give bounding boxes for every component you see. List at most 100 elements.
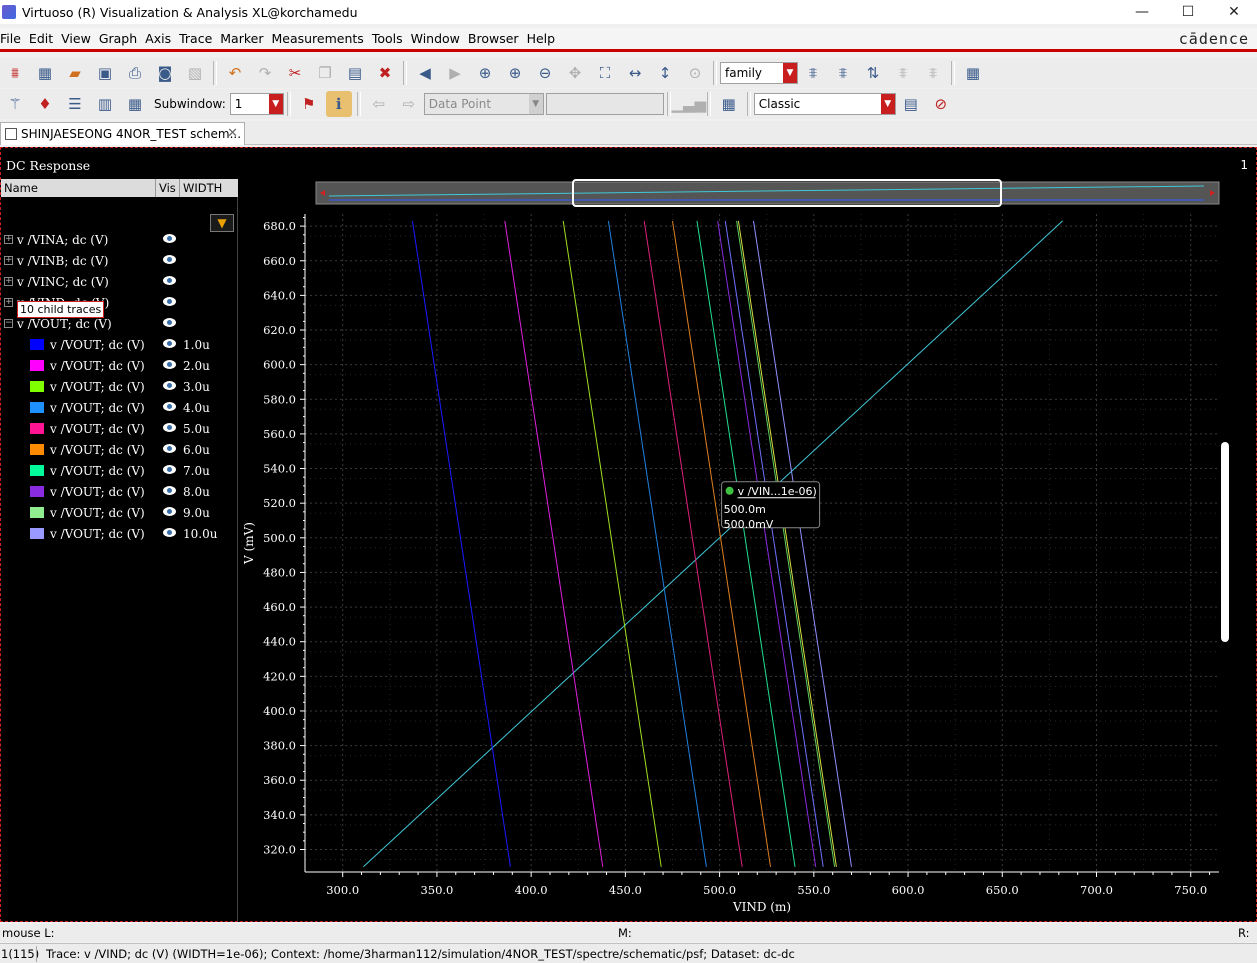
menu-graph[interactable]: Graph	[99, 31, 143, 46]
tab-close-icon[interactable]: ✕	[227, 126, 238, 141]
legend-col-vis[interactable]: Vis	[156, 179, 180, 197]
split-icon[interactable]: ⩨	[890, 60, 916, 86]
histogram-icon[interactable]: ▁▃▅	[671, 91, 706, 117]
open-folder-icon[interactable]: ▰	[62, 60, 88, 86]
data-point-select[interactable]: Data Point ▼	[423, 93, 544, 115]
undo-icon[interactable]: ↶	[222, 60, 248, 86]
composite-icon[interactable]: ⩨	[830, 60, 856, 86]
visibility-eye-icon[interactable]	[163, 402, 176, 411]
magic-wand-icon[interactable]: ⚚	[2, 91, 28, 117]
prev-point-icon[interactable]: ⇦	[366, 91, 392, 117]
apply-style-icon[interactable]: ▤	[898, 91, 924, 117]
visibility-eye-icon[interactable]	[163, 444, 176, 453]
print-icon[interactable]: ⎙	[122, 60, 148, 86]
data-point-input[interactable]	[545, 93, 664, 115]
save-icon[interactable]: ▣	[92, 60, 118, 86]
visibility-eye-icon[interactable]	[163, 318, 176, 327]
back-icon[interactable]: ◀	[412, 60, 438, 86]
info-icon[interactable]: ℹ	[325, 91, 352, 117]
grid-icon[interactable]: ▦	[960, 60, 986, 86]
tile-icon[interactable]: ▦	[122, 91, 148, 117]
legend-child-trace-row[interactable]: v /VOUT; dc (V) 3.0u	[1, 378, 238, 398]
flag-icon[interactable]: ⚑	[296, 91, 322, 117]
legend-child-trace-row[interactable]: v /VOUT; dc (V) 7.0u	[1, 462, 238, 482]
close-window-button[interactable]: ✕	[1211, 0, 1257, 24]
visibility-eye-icon[interactable]	[163, 381, 176, 390]
paste-icon[interactable]: ▤	[342, 60, 368, 86]
visibility-eye-icon[interactable]	[163, 255, 176, 264]
remove-style-icon[interactable]: ⊘	[928, 91, 954, 117]
legend-child-trace-row[interactable]: v /VOUT; dc (V) 8.0u	[1, 483, 238, 503]
legend-trace-row[interactable]: − v /VOUT; dc (V)	[1, 315, 238, 335]
minimize-button[interactable]: —	[1119, 0, 1165, 24]
tab-schematic[interactable]: SHINJAESEONG 4NOR_TEST schem... ✕	[0, 122, 245, 145]
menu-tools[interactable]: Tools	[372, 31, 409, 46]
visibility-eye-icon[interactable]	[163, 276, 176, 285]
new-window-icon[interactable]: ⩩	[2, 60, 28, 86]
expand-toggle-icon[interactable]: +	[4, 235, 13, 244]
menu-marker[interactable]: Marker	[220, 31, 269, 46]
cards-icon[interactable]: ♦	[32, 91, 58, 117]
menu-trace[interactable]: Trace	[179, 31, 218, 46]
legend-trace-row[interactable]: + v /VINC; dc (V)	[1, 273, 238, 293]
combine-icon[interactable]: ⩨	[920, 60, 946, 86]
columns-icon[interactable]: ▥	[92, 91, 118, 117]
stack-icon[interactable]: ⇅	[860, 60, 886, 86]
legend-child-trace-row[interactable]: v /VOUT; dc (V) 6.0u	[1, 441, 238, 461]
menu-edit[interactable]: Edit	[29, 31, 59, 46]
menu-axis[interactable]: Axis	[145, 31, 177, 46]
menu-window[interactable]: Window	[411, 31, 466, 46]
legend-trace-row[interactable]: + v /VINA; dc (V)	[1, 231, 238, 251]
expand-toggle-icon[interactable]: +	[4, 298, 13, 307]
visibility-eye-icon[interactable]	[163, 297, 176, 306]
menu-view[interactable]: View	[61, 31, 97, 46]
fit-icon[interactable]: ⛶	[592, 60, 618, 86]
export-icon[interactable]: ▧	[182, 60, 208, 86]
zoom-x-icon[interactable]: ↔	[622, 60, 648, 86]
pan-icon[interactable]: ✥	[562, 60, 588, 86]
copy-icon[interactable]: ❐	[312, 60, 338, 86]
menu-browser[interactable]: Browser	[468, 31, 525, 46]
visibility-eye-icon[interactable]	[163, 507, 176, 516]
menu-file[interactable]: File	[0, 31, 27, 46]
legend-col-name[interactable]: Name	[1, 179, 156, 197]
visibility-eye-icon[interactable]	[163, 339, 176, 348]
visibility-eye-icon[interactable]	[163, 486, 176, 495]
cut-icon[interactable]: ✂	[282, 60, 308, 86]
vertical-scrollbar[interactable]	[1221, 442, 1229, 642]
redo-icon[interactable]: ↷	[252, 60, 278, 86]
legend-child-trace-row[interactable]: v /VOUT; dc (V) 2.0u	[1, 357, 238, 377]
legend-col-width[interactable]: WIDTH	[180, 179, 238, 197]
strip-icon[interactable]: ⩨	[800, 60, 826, 86]
zoom-out-icon[interactable]: ⊖	[532, 60, 558, 86]
zoom-box-icon[interactable]: ⊙	[682, 60, 708, 86]
zoom-icon[interactable]: ⊕	[472, 60, 498, 86]
legend-child-trace-row[interactable]: v /VOUT; dc (V) 5.0u	[1, 420, 238, 440]
filter-icon[interactable]: ▼	[210, 214, 234, 232]
visibility-eye-icon[interactable]	[163, 423, 176, 432]
expand-toggle-icon[interactable]: +	[4, 277, 13, 286]
legend-child-trace-row[interactable]: v /VOUT; dc (V) 1.0u	[1, 336, 238, 356]
menu-measurements[interactable]: Measurements	[271, 31, 369, 46]
new-subwindow-icon[interactable]: ▦	[32, 60, 58, 86]
subwindow-select[interactable]: 1 ▼	[229, 93, 284, 115]
legend-child-trace-row[interactable]: v /VOUT; dc (V) 4.0u	[1, 399, 238, 419]
zoom-y-icon[interactable]: ↕	[652, 60, 678, 86]
visibility-eye-icon[interactable]	[163, 360, 176, 369]
forward-icon[interactable]: ▶	[442, 60, 468, 86]
menu-help[interactable]: Help	[527, 31, 562, 46]
visibility-eye-icon[interactable]	[163, 465, 176, 474]
delete-icon[interactable]: ✖	[372, 60, 398, 86]
next-point-icon[interactable]: ⇨	[396, 91, 422, 117]
maximize-button[interactable]: ☐	[1165, 0, 1211, 24]
expand-toggle-icon[interactable]: −	[4, 319, 13, 328]
family-select[interactable]: family ▼	[720, 62, 798, 84]
style-select[interactable]: Classic ▼	[753, 93, 896, 115]
rows-icon[interactable]: ☰	[62, 91, 88, 117]
expand-toggle-icon[interactable]: +	[4, 256, 13, 265]
legend-child-trace-row[interactable]: v /VOUT; dc (V) 10.0u	[1, 525, 238, 545]
zoom-in-icon[interactable]: ⊕	[502, 60, 528, 86]
visibility-eye-icon[interactable]	[163, 528, 176, 537]
visibility-eye-icon[interactable]	[163, 234, 176, 243]
legend-trace-row[interactable]: + v /VINB; dc (V)	[1, 252, 238, 272]
